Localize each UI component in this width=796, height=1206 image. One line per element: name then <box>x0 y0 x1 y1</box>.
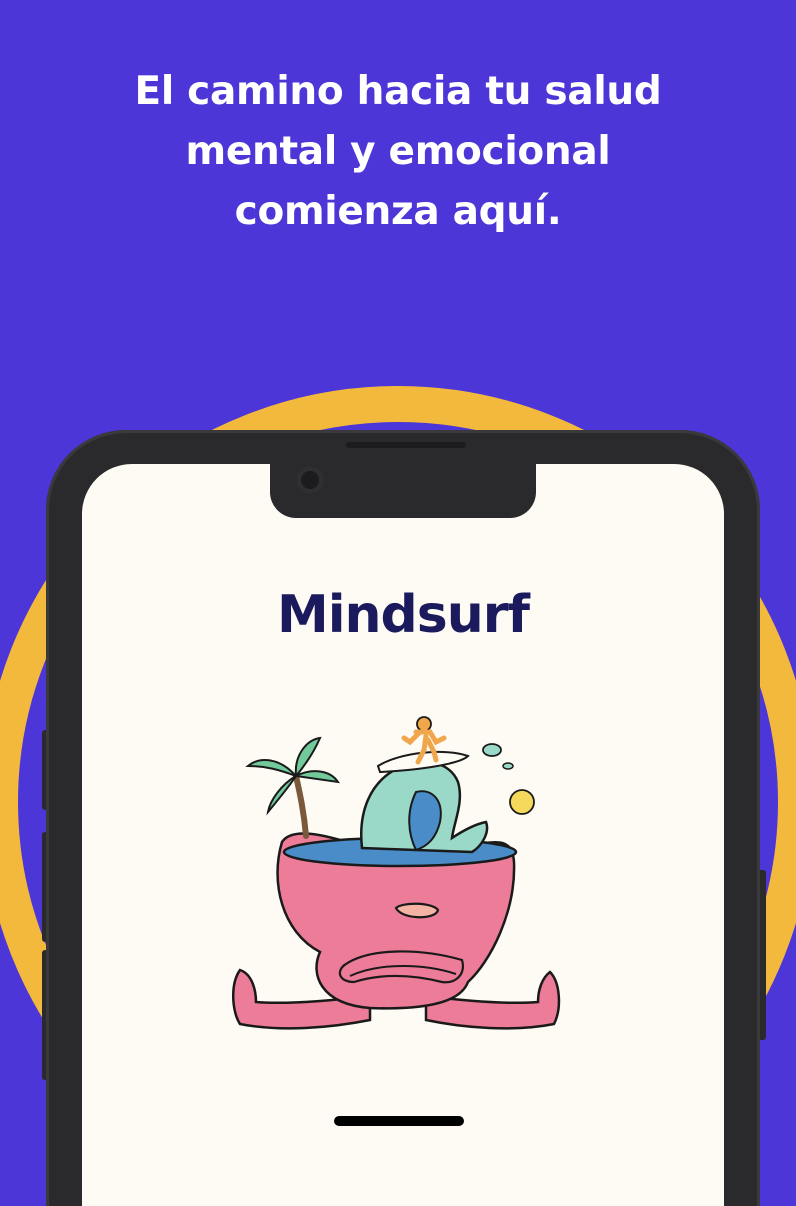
phone-speaker <box>346 442 466 448</box>
headline: El camino hacia tu salud mental y emocio… <box>0 62 796 242</box>
home-indicator[interactable] <box>334 1116 464 1126</box>
headline-line-3: comienza aquí. <box>234 189 562 234</box>
brand-logo: Mindsurf <box>276 585 530 645</box>
headline-line-1: El camino hacia tu salud <box>134 69 662 114</box>
phone-camera-icon <box>296 466 324 494</box>
headline-line-2: mental y emocional <box>185 129 611 174</box>
surfer-head-character-icon <box>220 712 580 1042</box>
